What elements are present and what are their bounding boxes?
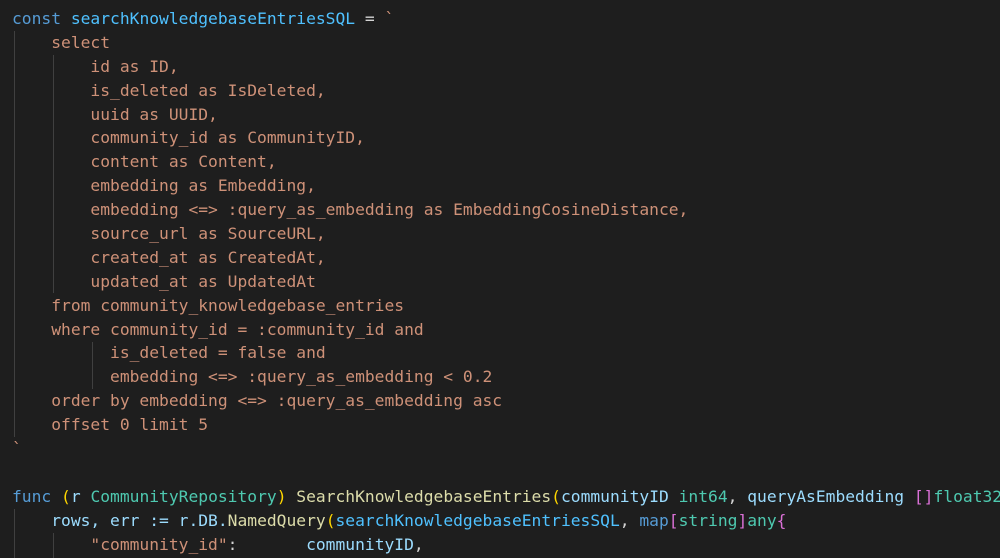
code-token: queryAsEmbedding [747,486,914,506]
code-line[interactable]: created_at as CreatedAt, [12,246,1000,270]
code-line[interactable]: where community_id = :community_id and [12,318,1000,342]
code-content[interactable]: const searchKnowledgebaseEntriesSQL = ` … [12,7,1000,556]
code-token: func [12,486,62,506]
code-token: from community_knowledgebase_entries [12,295,405,315]
code-line[interactable]: func (r CommunityRepository) SearchKnowl… [12,485,1000,509]
code-token: { [776,510,787,530]
code-line[interactable]: community_id as CommunityID, [12,126,1000,150]
code-token: ( [61,486,71,506]
code-token: updated_at as UpdatedAt [12,271,316,291]
code-token: NamedQuery [227,510,326,530]
code-token: ` [12,439,22,459]
code-token: string [678,510,738,530]
code-token: CommunityRepository [90,486,277,506]
code-token: ( [325,510,336,530]
code-line[interactable]: from community_knowledgebase_entries [12,294,1000,318]
code-token: embedding <=> :query_as_embedding < 0.2 [12,367,493,387]
code-token: community_id as CommunityID, [12,128,365,148]
code-token: id as ID, [12,56,179,76]
code-token: created_at as CreatedAt, [12,247,326,267]
code-token: uuid as UUID, [12,104,218,124]
code-line[interactable]: embedding as Embedding, [12,174,1000,198]
code-line[interactable]: source_url as SourceURL, [12,222,1000,246]
code-token: , [727,486,748,506]
code-token: [] [913,486,934,506]
code-token: , [413,534,424,554]
code-token: float32 [933,486,1000,506]
code-token: rows, err := [12,510,179,530]
code-token: select [12,32,111,52]
code-line[interactable]: rows, err := r.DB.NamedQuery(searchKnowl… [12,509,1000,533]
code-line[interactable]: "community_id": communityID, [12,533,1000,557]
code-token: communityID [560,486,679,506]
code-token: where community_id = :community_id and [12,319,424,339]
code-token: ` [384,9,395,28]
code-token: map [639,510,669,530]
code-token: embedding as Embedding, [12,176,316,196]
code-token: "community_id" [12,534,228,554]
code-token: any [747,510,777,530]
code-token: communityID [306,534,414,554]
code-token: : [227,534,307,554]
code-token: is_deleted as IsDeleted, [12,80,326,100]
code-token: r [70,486,91,506]
code-line[interactable]: embedding <=> :query_as_embedding as Emb… [12,198,1000,222]
code-token: searchKnowledgebaseEntriesSQL [70,9,356,28]
code-token: ) [276,486,297,506]
code-line[interactable]: updated_at as UpdatedAt [12,270,1000,294]
code-line[interactable]: const searchKnowledgebaseEntriesSQL = ` [12,7,1000,31]
code-token: order by embedding <=> :query_as_embeddi… [12,391,503,411]
code-token: is_deleted = false and [12,343,326,363]
code-token: = [355,9,385,28]
code-line[interactable]: offset 0 limit 5 [12,413,1000,437]
code-token: int64 [678,486,728,506]
code-line[interactable]: ` [12,437,1000,461]
code-token: SearchKnowledgebaseEntries [296,486,552,506]
code-line[interactable]: content as Content, [12,150,1000,174]
code-token: content as Content, [12,152,277,172]
code-token: , [619,510,640,530]
code-line[interactable]: order by embedding <=> :query_as_embeddi… [12,389,1000,413]
code-token: [ [668,510,679,530]
code-line[interactable]: select [12,31,1000,55]
code-line[interactable]: id as ID, [12,55,1000,79]
code-line[interactable]: uuid as UUID, [12,103,1000,127]
code-line[interactable]: is_deleted as IsDeleted, [12,79,1000,103]
code-token: searchKnowledgebaseEntriesSQL [335,510,620,530]
code-line[interactable]: is_deleted = false and [12,341,1000,365]
code-token: ] [737,510,748,530]
code-token: embedding <=> :query_as_embedding as Emb… [12,200,689,220]
code-token: ( [551,486,561,506]
code-editor[interactable]: const searchKnowledgebaseEntriesSQL = ` … [0,0,1000,558]
code-token: source_url as SourceURL, [12,224,326,244]
code-token: offset 0 limit 5 [12,415,209,435]
code-token: const [12,9,71,28]
code-line[interactable] [12,461,1000,485]
code-line[interactable]: embedding <=> :query_as_embedding < 0.2 [12,365,1000,389]
code-token: r.DB. [178,510,228,530]
